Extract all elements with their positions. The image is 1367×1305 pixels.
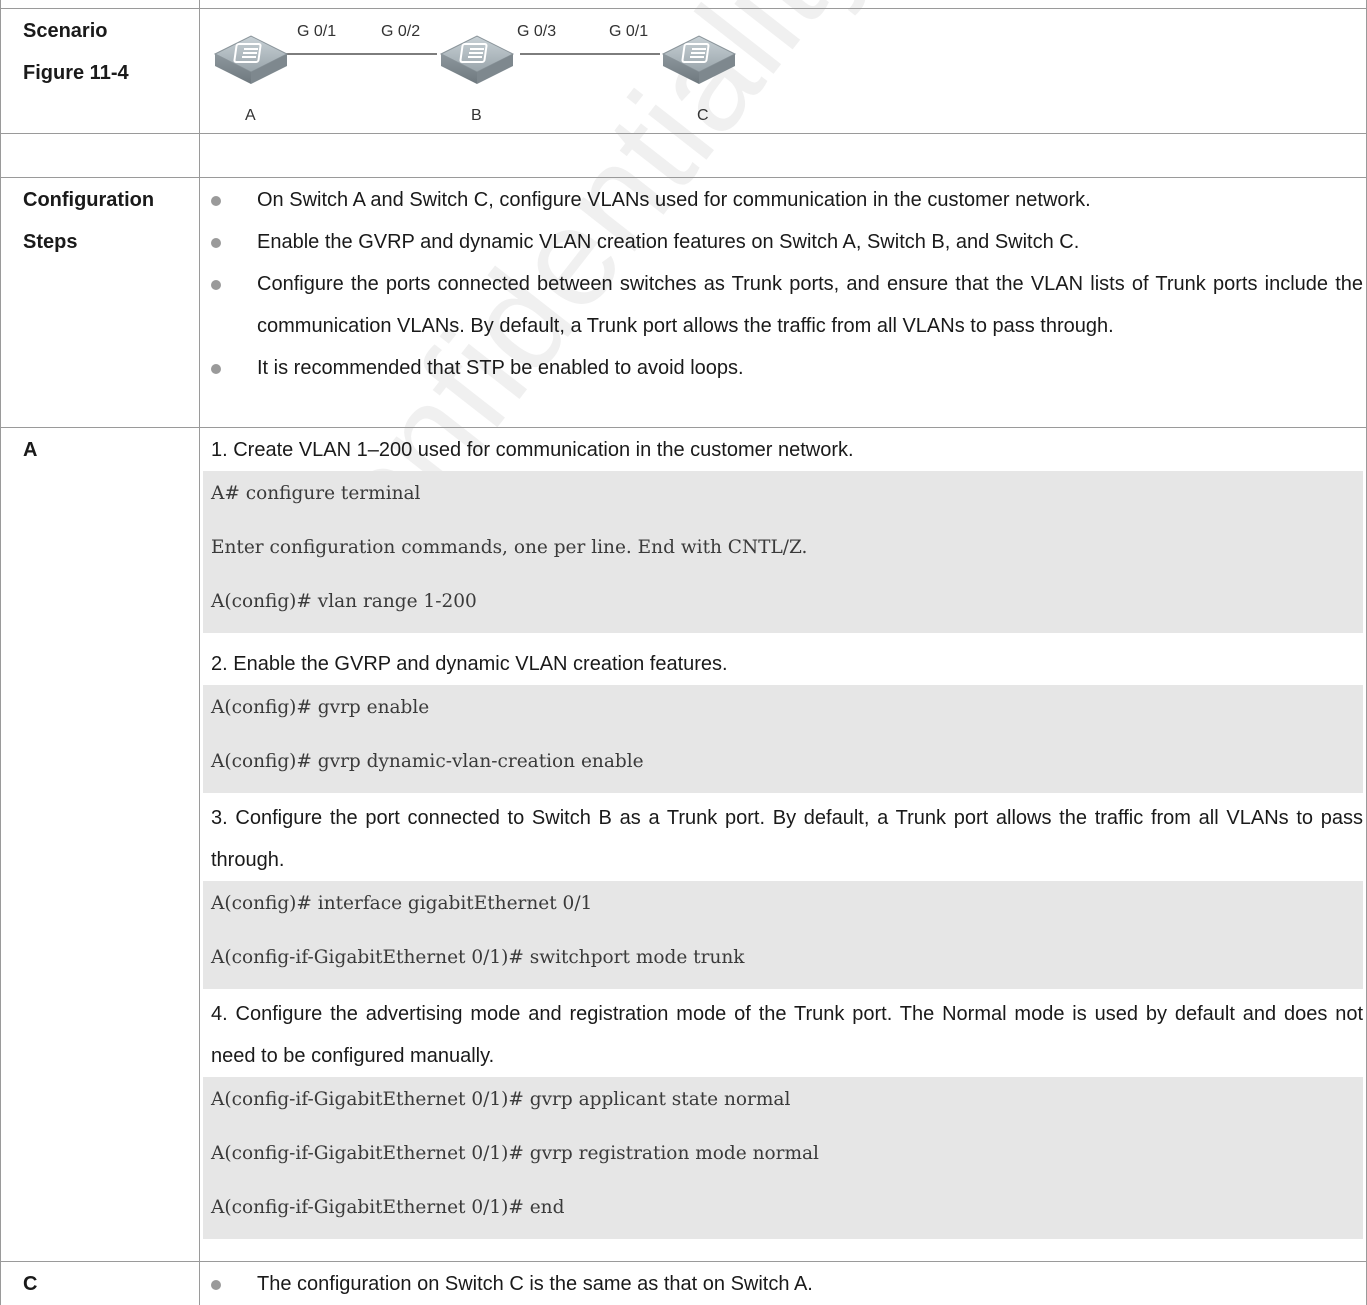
switch-c-icon — [661, 35, 737, 84]
code-block: A(config)# gvrp enable A(config)# gvrp d… — [203, 685, 1363, 793]
switch-b-icon — [439, 35, 515, 84]
code-line: Enter configuration commands, one per li… — [211, 537, 808, 558]
code-block: A(config)# interface gigabitEthernet 0/1… — [203, 881, 1363, 989]
table-border-top — [0, 8, 1367, 9]
code-line: A(config)# interface gigabitEthernet 0/1 — [211, 893, 593, 914]
table-border-left — [0, 0, 1, 1305]
step-text: 3. Configure the port connected to Switc… — [211, 807, 1363, 871]
list-item: Configure the ports connected between sw… — [200, 263, 1363, 347]
port-label: G 0/1 — [297, 23, 336, 40]
port-label: G 0/1 — [609, 23, 648, 40]
list-item: Enable the GVRP and dynamic VLAN creatio… — [200, 221, 1363, 263]
topology-diagram: G 0/1 G 0/2 G 0/3 G 0/1 A B C — [213, 23, 737, 124]
row-divider — [0, 133, 1367, 134]
list-item: On Switch A and Switch C, configure VLAN… — [200, 179, 1363, 221]
scenario-label: Scenario Figure 11-4 — [23, 20, 129, 84]
switch-c-label: C — [23, 1273, 38, 1295]
configuration-steps-list: On Switch A and Switch C, configure VLAN… — [200, 179, 1363, 389]
code-line: A(config-if-GigabitEthernet 0/1)# gvrp a… — [211, 1089, 791, 1110]
code-line: A(config-if-GigabitEthernet 0/1)# switch… — [211, 947, 745, 968]
code-line: A(config-if-GigabitEthernet 0/1)# end — [211, 1197, 565, 1218]
switch-a-icon — [213, 35, 289, 84]
code-line: A(config)# gvrp dynamic-vlan-creation en… — [211, 751, 644, 772]
step-text: 2. Enable the GVRP and dynamic VLAN crea… — [211, 653, 728, 675]
row-divider — [0, 177, 1367, 178]
configuration-steps-label: Configuration Steps — [23, 189, 155, 253]
code-block: A(config-if-GigabitEthernet 0/1)# gvrp a… — [203, 1077, 1363, 1239]
list-item: The configuration on Switch C is the sam… — [200, 1263, 1363, 1305]
port-label: G 0/2 — [381, 23, 420, 40]
port-label: G 0/3 — [517, 23, 556, 40]
switch-c-list: The configuration on Switch C is the sam… — [200, 1263, 1363, 1305]
code-line: A(config)# vlan range 1-200 — [211, 591, 477, 612]
code-block: A# configure terminal Enter configuratio… — [203, 471, 1363, 633]
code-line: A(config)# gvrp enable — [211, 697, 430, 718]
switch-a-label: A — [23, 439, 38, 461]
step-text: 1. Create VLAN 1–200 used for communicat… — [211, 439, 854, 461]
row-divider — [0, 1261, 1367, 1262]
code-line: A(config-if-GigabitEthernet 0/1)# gvrp r… — [211, 1143, 819, 1164]
switch-a-steps: 1. Create VLAN 1–200 used for communicat… — [203, 429, 1363, 1239]
code-line: A# configure terminal — [211, 483, 421, 504]
node-label-c: C — [697, 107, 709, 124]
row-divider — [0, 427, 1367, 428]
node-label-b: B — [471, 107, 482, 124]
node-label-a: A — [245, 107, 256, 124]
document-page: Confidentiality: Controlled Scenario Fig… — [0, 0, 1367, 1305]
step-text: 4. Configure the advertising mode and re… — [211, 1003, 1363, 1067]
list-item: It is recommended that STP be enabled to… — [200, 347, 1363, 389]
